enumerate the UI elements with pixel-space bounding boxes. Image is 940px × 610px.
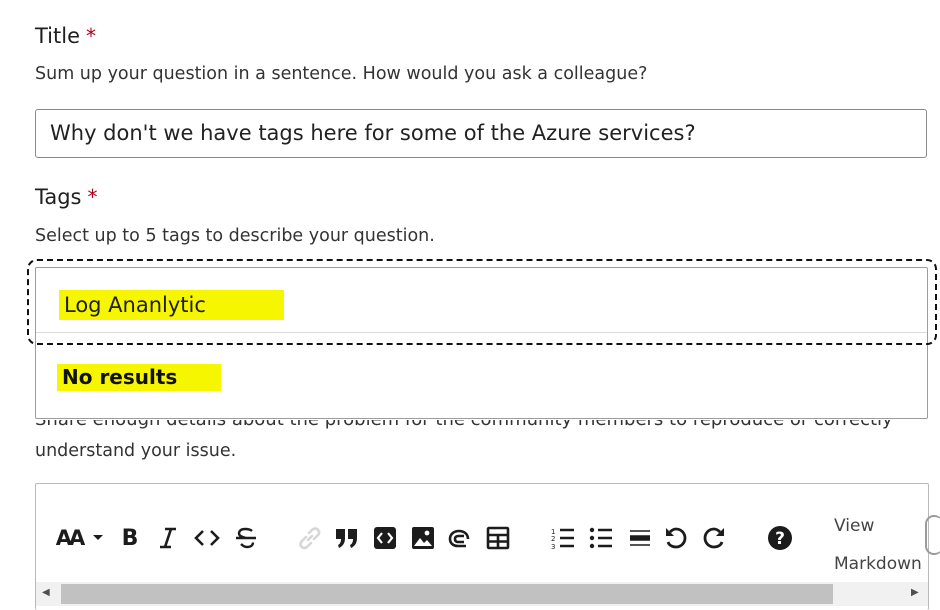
code-block-icon[interactable] [371,521,399,555]
svg-text:2: 2 [551,535,555,543]
scroll-right-arrow-icon[interactable]: ▶ [911,587,919,598]
scrollbar-thumb[interactable] [61,584,833,604]
scroll-left-arrow-icon[interactable]: ◀ [42,587,50,598]
title-label: Title * [35,24,96,48]
svg-text:3: 3 [551,543,555,550]
view-markdown-line2: Markdown [834,554,922,574]
redo-icon[interactable] [700,521,728,555]
view-markdown-line1: View [834,516,875,536]
required-marker: * [86,24,97,48]
font-size-label: AA [55,526,85,550]
tags-label: Tags * [35,185,98,209]
italic-icon[interactable] [156,521,180,555]
table-icon[interactable] [484,521,512,555]
tags-dropdown-no-results: No results [57,364,222,391]
image-icon[interactable] [409,521,437,555]
bold-icon[interactable]: B [118,521,142,555]
body-help-text-obscured: Share enough details about the problem f… [35,420,930,434]
attachment-icon[interactable] [446,521,474,555]
bold-glyph: B [121,525,139,551]
view-markdown-toggle[interactable]: View Markdown [834,507,922,583]
toggle-switch-edge[interactable] [925,515,940,555]
title-help-text: Sum up your question in a sentence. How … [35,64,648,84]
body-help-line1: Share enough details about the problem f… [35,420,930,430]
title-input[interactable]: Why don't we have tags here for some of … [35,109,927,158]
body-help-line2: understand your issue. [35,441,237,461]
link-icon[interactable] [296,521,324,555]
required-marker: * [87,185,98,209]
bulleted-list-icon[interactable] [587,521,615,555]
font-size-icon[interactable]: AA [54,521,85,555]
numbered-list-icon[interactable]: 123 [549,521,577,555]
code-icon[interactable] [193,521,221,555]
undo-icon[interactable] [662,521,690,555]
title-label-text: Title [35,24,81,48]
tags-label-text: Tags [35,185,82,209]
tags-input[interactable]: Log Ananlytic [59,290,284,320]
horizontal-rule-icon[interactable] [626,521,654,555]
svg-text:?: ? [775,529,785,549]
quote-icon[interactable] [333,521,361,555]
strikethrough-icon[interactable] [233,521,259,555]
help-icon[interactable]: ? [766,521,794,555]
tags-help-text: Select up to 5 tags to describe your que… [35,226,435,246]
chevron-down-icon[interactable] [90,521,106,555]
